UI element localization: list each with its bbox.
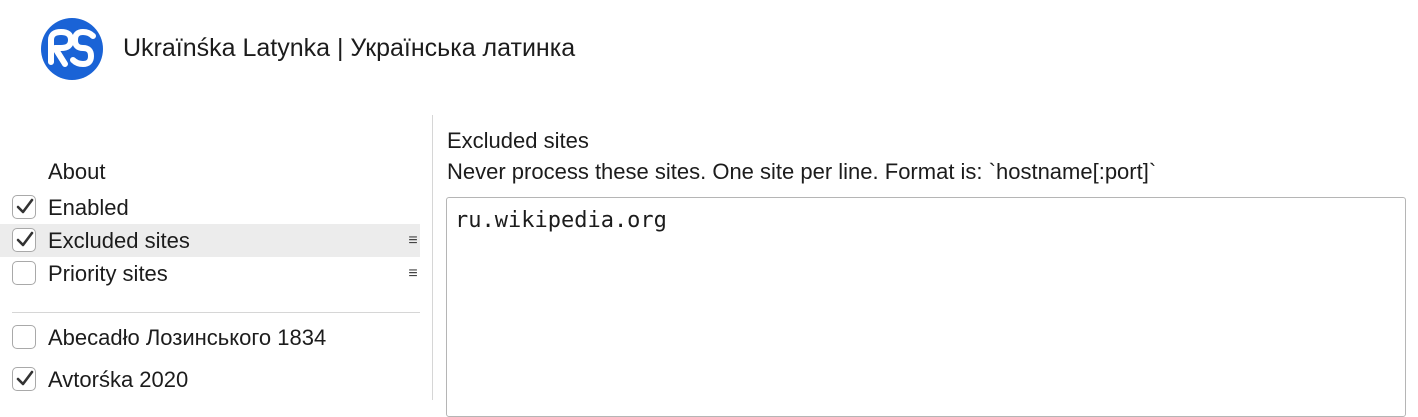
sidebar-item-priority-sites[interactable]: Priority sites ≡: [0, 257, 420, 290]
sidebar-item-excluded-sites[interactable]: Excluded sites ≡: [0, 224, 420, 257]
sidebar-item-about[interactable]: About: [48, 157, 106, 187]
app-header: Ukraïnśka Latynka | Українська латинка: [0, 0, 1418, 100]
checkmark-icon: [16, 231, 34, 247]
menu-icon[interactable]: ≡: [406, 224, 420, 257]
checkmark-icon: [16, 370, 34, 386]
avtorska-checkbox[interactable]: [12, 367, 36, 391]
sidebar-item-label: Enabled: [48, 195, 129, 220]
checkmark-icon: [16, 198, 34, 214]
app-title: Ukraïnśka Latynka | Українська латинка: [123, 34, 576, 62]
excluded-sites-textarea[interactable]: ru.wikipedia.org: [446, 197, 1406, 417]
abecadlo-checkbox[interactable]: [12, 325, 36, 349]
section-title: Excluded sites: [447, 128, 589, 153]
menu-icon[interactable]: ≡: [406, 257, 420, 290]
sidebar-item-enabled[interactable]: Enabled: [0, 191, 420, 224]
sidebar-item-abecadlo[interactable]: Abecadło Лозинського 1834: [0, 321, 420, 354]
sidebar-item-label: Avtorśka 2020: [48, 367, 189, 392]
sidebar-item-label: Priority sites: [48, 261, 168, 286]
section-description: Never process these sites. One site per …: [447, 159, 1157, 184]
excluded-sites-checkbox[interactable]: [12, 228, 36, 252]
sidebar-item-label: Excluded sites: [48, 228, 190, 253]
priority-sites-checkbox[interactable]: [12, 261, 36, 285]
sidebar-divider: [12, 312, 420, 313]
sidebar-item-avtorska[interactable]: Avtorśka 2020: [0, 363, 420, 396]
enabled-checkbox[interactable]: [12, 195, 36, 219]
rs-logo-icon: [41, 18, 103, 80]
panel-divider: [432, 115, 433, 400]
sidebar-item-label: Abecadło Лозинського 1834: [48, 325, 327, 350]
